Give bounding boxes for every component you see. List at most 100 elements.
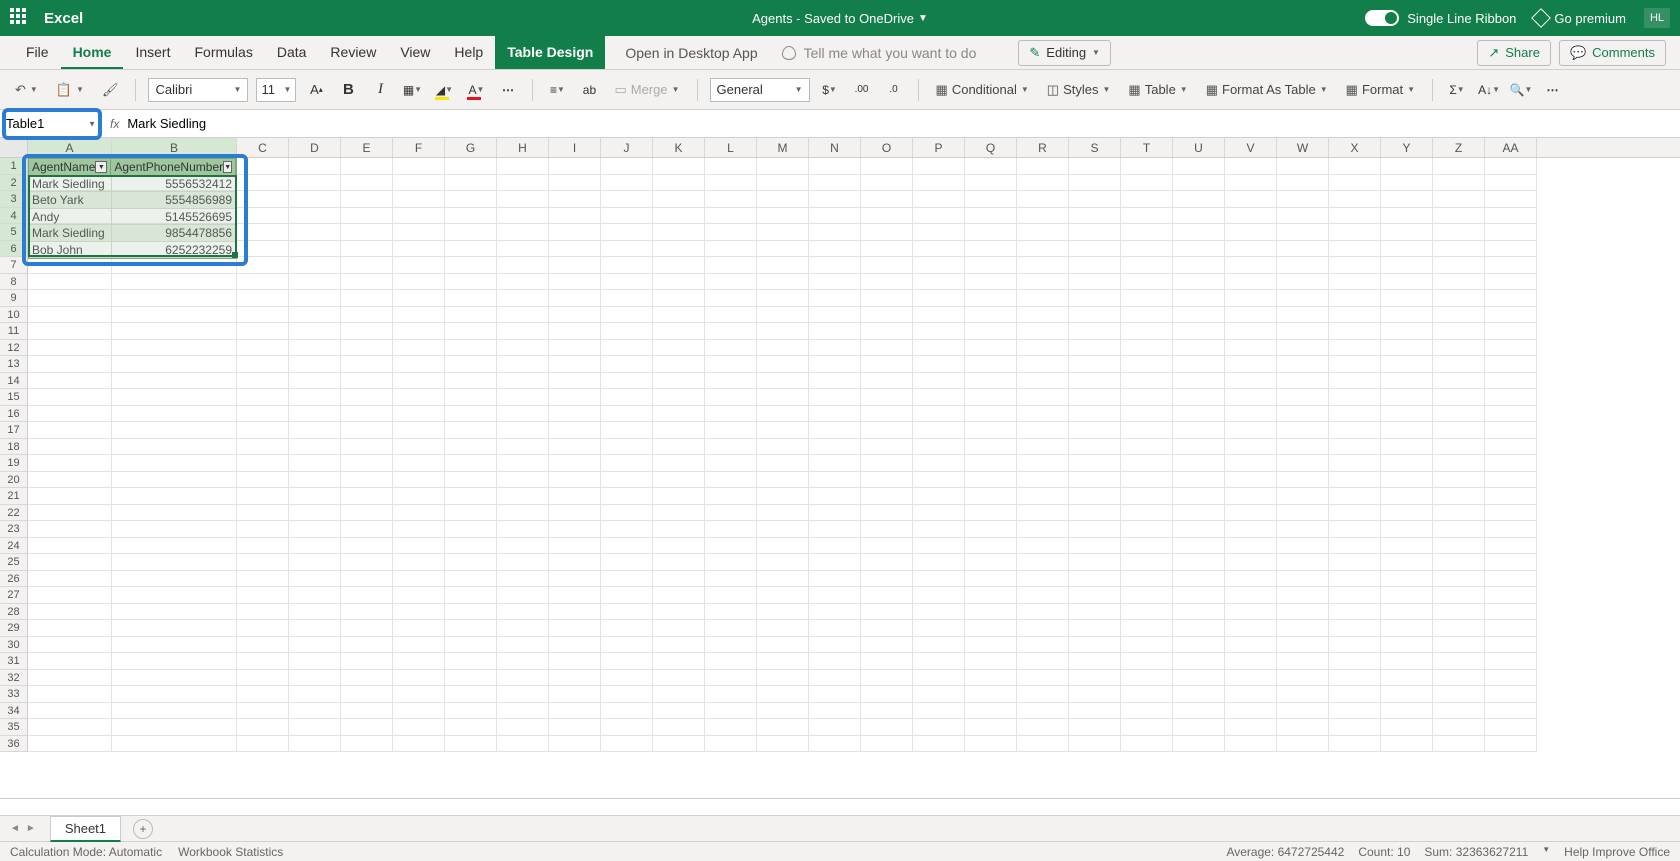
- cell[interactable]: [1173, 736, 1225, 753]
- cell[interactable]: [1173, 719, 1225, 736]
- cell[interactable]: [289, 290, 341, 307]
- cell[interactable]: [861, 340, 913, 357]
- cell[interactable]: [1277, 356, 1329, 373]
- cell[interactable]: [965, 323, 1017, 340]
- cell[interactable]: [1069, 488, 1121, 505]
- cell[interactable]: [965, 406, 1017, 423]
- cell[interactable]: [549, 703, 601, 720]
- cell[interactable]: [653, 587, 705, 604]
- cell[interactable]: [705, 554, 757, 571]
- cell[interactable]: [1225, 571, 1277, 588]
- cell[interactable]: [653, 323, 705, 340]
- row-header[interactable]: 2: [0, 175, 28, 192]
- cell[interactable]: [601, 637, 653, 654]
- cell[interactable]: [965, 290, 1017, 307]
- filter-icon[interactable]: ▼: [95, 161, 107, 173]
- tab-file[interactable]: File: [14, 36, 61, 69]
- cell[interactable]: [1017, 571, 1069, 588]
- cell[interactable]: [653, 719, 705, 736]
- cell[interactable]: [601, 406, 653, 423]
- row-header[interactable]: 36: [0, 736, 28, 753]
- cell[interactable]: [757, 637, 809, 654]
- cell[interactable]: [1225, 422, 1277, 439]
- cell[interactable]: [1225, 686, 1277, 703]
- cell[interactable]: [757, 571, 809, 588]
- cell[interactable]: [1485, 356, 1537, 373]
- cell[interactable]: [1433, 455, 1485, 472]
- cell[interactable]: [393, 389, 445, 406]
- cell[interactable]: [445, 670, 497, 687]
- cell[interactable]: [653, 472, 705, 489]
- cell[interactable]: [1433, 422, 1485, 439]
- cell[interactable]: [809, 175, 861, 192]
- cell[interactable]: [445, 307, 497, 324]
- cell[interactable]: [1225, 488, 1277, 505]
- cell[interactable]: [601, 323, 653, 340]
- cell[interactable]: [1329, 307, 1381, 324]
- cell[interactable]: [393, 455, 445, 472]
- cell[interactable]: [1173, 208, 1225, 225]
- cell[interactable]: [497, 670, 549, 687]
- cell[interactable]: [913, 422, 965, 439]
- cell[interactable]: [112, 340, 237, 357]
- cell[interactable]: [341, 241, 393, 258]
- cell[interactable]: [497, 455, 549, 472]
- cell[interactable]: [861, 472, 913, 489]
- cell[interactable]: [653, 455, 705, 472]
- cell[interactable]: [1433, 175, 1485, 192]
- cell[interactable]: [112, 604, 237, 621]
- cell[interactable]: [289, 208, 341, 225]
- cell[interactable]: [549, 505, 601, 522]
- cell[interactable]: [1017, 719, 1069, 736]
- cell[interactable]: [965, 554, 1017, 571]
- cell[interactable]: [1069, 472, 1121, 489]
- cell[interactable]: [393, 290, 445, 307]
- cell[interactable]: [1121, 472, 1173, 489]
- cell[interactable]: [1381, 686, 1433, 703]
- cell[interactable]: [112, 472, 237, 489]
- row-header[interactable]: 7: [0, 257, 28, 274]
- cell[interactable]: [1329, 521, 1381, 538]
- cell[interactable]: [289, 538, 341, 555]
- cell[interactable]: [1433, 488, 1485, 505]
- cell[interactable]: [1069, 175, 1121, 192]
- cell[interactable]: [237, 472, 289, 489]
- cell[interactable]: [809, 472, 861, 489]
- row-header[interactable]: 31: [0, 653, 28, 670]
- cell[interactable]: [757, 175, 809, 192]
- cell[interactable]: [393, 274, 445, 291]
- cell[interactable]: [1069, 587, 1121, 604]
- cell[interactable]: [393, 554, 445, 571]
- cell[interactable]: [497, 472, 549, 489]
- cell[interactable]: [965, 538, 1017, 555]
- cell[interactable]: [1173, 620, 1225, 637]
- cell[interactable]: [237, 571, 289, 588]
- cell[interactable]: [237, 274, 289, 291]
- column-header[interactable]: AA: [1485, 138, 1537, 157]
- cell[interactable]: [1173, 274, 1225, 291]
- cell[interactable]: [1225, 241, 1277, 258]
- cell[interactable]: [1017, 224, 1069, 241]
- cell[interactable]: [1121, 505, 1173, 522]
- cell[interactable]: [497, 307, 549, 324]
- table-cell[interactable]: Mark Siedling: [29, 225, 112, 242]
- cell[interactable]: [913, 472, 965, 489]
- cell[interactable]: [445, 653, 497, 670]
- cell[interactable]: [1173, 637, 1225, 654]
- cell[interactable]: [913, 604, 965, 621]
- cell[interactable]: [1173, 307, 1225, 324]
- cell[interactable]: [1017, 587, 1069, 604]
- cell[interactable]: [653, 422, 705, 439]
- cell[interactable]: [445, 604, 497, 621]
- cell[interactable]: [341, 488, 393, 505]
- format-painter-button[interactable]: 🖌: [97, 79, 124, 101]
- cell[interactable]: [1121, 373, 1173, 390]
- cell[interactable]: [1485, 290, 1537, 307]
- cell[interactable]: [1381, 439, 1433, 456]
- cell[interactable]: [965, 620, 1017, 637]
- cell[interactable]: [1225, 290, 1277, 307]
- cell[interactable]: [601, 439, 653, 456]
- cell[interactable]: [289, 472, 341, 489]
- cell[interactable]: [341, 439, 393, 456]
- cell[interactable]: [705, 389, 757, 406]
